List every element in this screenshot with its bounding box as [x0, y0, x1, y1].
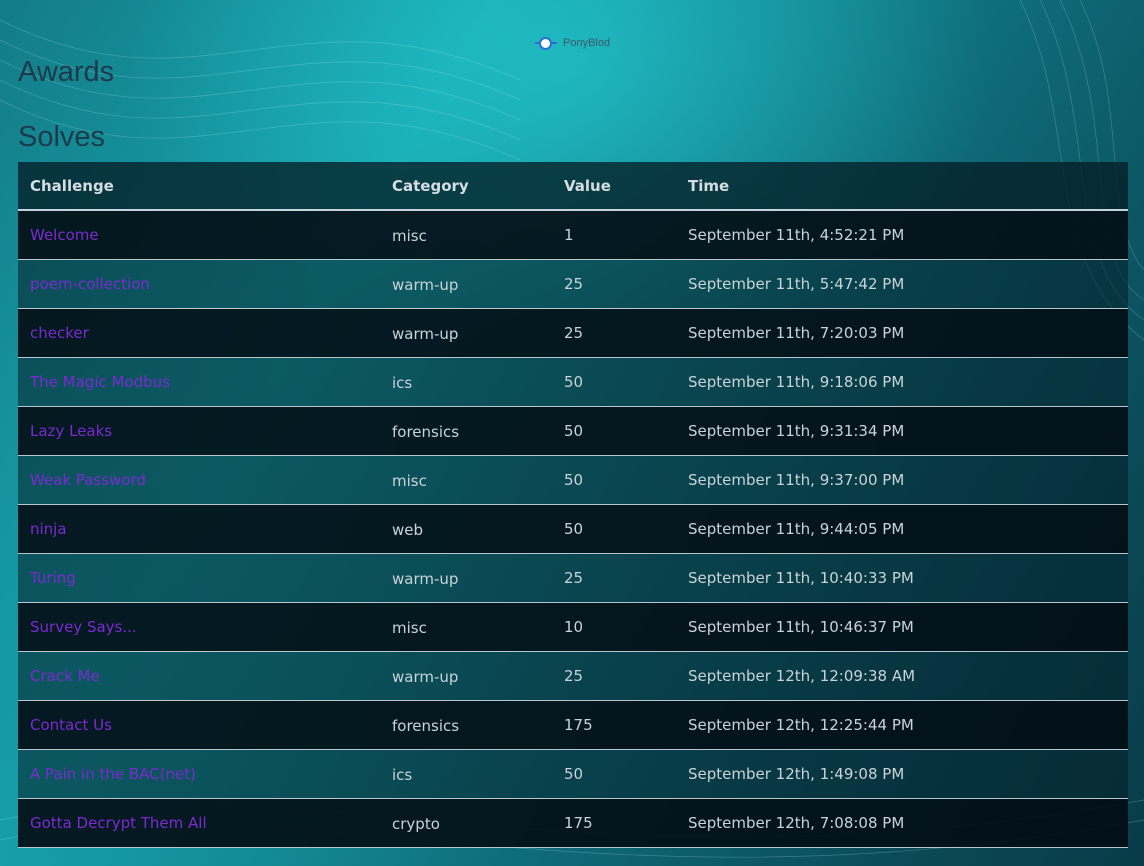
table-row: poem-collection warm-up 25 September 11t…	[18, 259, 1128, 309]
time-cell: September 11th, 9:44:05 PM	[676, 504, 1128, 554]
column-header-value: Value	[552, 162, 676, 211]
category-cell: ics	[380, 357, 552, 407]
category-cell: forensics	[380, 700, 552, 750]
category-cell: warm-up	[380, 651, 552, 701]
value-cell: 175	[552, 798, 676, 848]
table-row: ninja web 50 September 11th, 9:44:05 PM	[18, 504, 1128, 554]
value-cell: 175	[552, 700, 676, 750]
time-cell: September 11th, 7:20:03 PM	[676, 308, 1128, 358]
table-row: A Pain in the BAC(net) ics 50 September …	[18, 749, 1128, 799]
solves-table-container: Challenge Category Value Time Welcome mi…	[18, 162, 1128, 848]
challenge-cell: Crack Me	[18, 651, 380, 701]
value-cell: 10	[552, 602, 676, 652]
chart-legend[interactable]: PonyBlod	[535, 35, 610, 51]
time-cell: September 11th, 9:31:34 PM	[676, 406, 1128, 456]
legend-marker-icon	[535, 35, 557, 51]
challenge-link[interactable]: Contact Us	[30, 716, 112, 734]
value-cell: 50	[552, 749, 676, 799]
table-row: Crack Me warm-up 25 September 12th, 12:0…	[18, 651, 1128, 701]
table-header-row: Challenge Category Value Time	[18, 162, 1128, 211]
category-cell: misc	[380, 455, 552, 505]
time-cell: September 12th, 12:25:44 PM	[676, 700, 1128, 750]
time-cell: September 11th, 5:47:42 PM	[676, 259, 1128, 309]
value-cell: 25	[552, 259, 676, 309]
table-row: Contact Us forensics 175 September 12th,…	[18, 700, 1128, 750]
table-row: Welcome misc 1 September 11th, 4:52:21 P…	[18, 210, 1128, 260]
category-cell: forensics	[380, 406, 552, 456]
challenge-cell: Gotta Decrypt Them All	[18, 798, 380, 848]
challenge-cell: poem-collection	[18, 259, 380, 309]
column-header-time: Time	[676, 162, 1128, 211]
time-cell: September 11th, 10:46:37 PM	[676, 602, 1128, 652]
challenge-cell: A Pain in the BAC(net)	[18, 749, 380, 799]
challenge-cell: ninja	[18, 504, 380, 554]
value-cell: 25	[552, 553, 676, 603]
challenge-link[interactable]: Crack Me	[30, 667, 100, 685]
solves-heading: Solves	[18, 121, 106, 153]
table-row: Turing warm-up 25 September 11th, 10:40:…	[18, 553, 1128, 603]
challenge-link[interactable]: Gotta Decrypt Them All	[30, 814, 207, 832]
value-cell: 50	[552, 504, 676, 554]
time-cell: September 12th, 12:09:38 AM	[676, 651, 1128, 701]
challenge-cell: Turing	[18, 553, 380, 603]
column-header-category: Category	[380, 162, 552, 211]
challenge-cell: Survey Says...	[18, 602, 380, 652]
challenge-link[interactable]: ninja	[30, 520, 67, 538]
column-header-challenge: Challenge	[18, 162, 380, 211]
value-cell: 50	[552, 357, 676, 407]
time-cell: September 11th, 9:37:00 PM	[676, 455, 1128, 505]
category-cell: web	[380, 504, 552, 554]
category-cell: misc	[380, 602, 552, 652]
table-row: The Magic Modbus ics 50 September 11th, …	[18, 357, 1128, 407]
challenge-cell: The Magic Modbus	[18, 357, 380, 407]
solves-table: Challenge Category Value Time Welcome mi…	[18, 162, 1128, 848]
time-cell: September 11th, 4:52:21 PM	[676, 210, 1128, 260]
challenge-link[interactable]: The Magic Modbus	[30, 373, 170, 391]
value-cell: 25	[552, 651, 676, 701]
challenge-link[interactable]: Survey Says...	[30, 618, 137, 636]
category-cell: warm-up	[380, 259, 552, 309]
table-row: Weak Password misc 50 September 11th, 9:…	[18, 455, 1128, 505]
challenge-link[interactable]: Weak Password	[30, 471, 146, 489]
time-cell: September 11th, 10:40:33 PM	[676, 553, 1128, 603]
time-cell: September 12th, 1:49:08 PM	[676, 749, 1128, 799]
category-cell: misc	[380, 210, 552, 260]
challenge-cell: Lazy Leaks	[18, 406, 380, 456]
legend-label: PonyBlod	[563, 37, 611, 49]
challenge-link[interactable]: Welcome	[30, 226, 99, 244]
category-cell: warm-up	[380, 308, 552, 358]
time-cell: September 11th, 9:18:06 PM	[676, 357, 1128, 407]
challenge-cell: Welcome	[18, 210, 380, 260]
challenge-link[interactable]: A Pain in the BAC(net)	[30, 765, 196, 783]
time-cell: September 12th, 7:08:08 PM	[676, 798, 1128, 848]
table-row: Gotta Decrypt Them All crypto 175 Septem…	[18, 798, 1128, 848]
challenge-cell: Weak Password	[18, 455, 380, 505]
table-row: checker warm-up 25 September 11th, 7:20:…	[18, 308, 1128, 358]
category-cell: crypto	[380, 798, 552, 848]
category-cell: warm-up	[380, 553, 552, 603]
table-row: Lazy Leaks forensics 50 September 11th, …	[18, 406, 1128, 456]
awards-heading: Awards	[18, 56, 115, 88]
challenge-cell: Contact Us	[18, 700, 380, 750]
challenge-link[interactable]: Turing	[30, 569, 76, 587]
value-cell: 25	[552, 308, 676, 358]
challenge-link[interactable]: Lazy Leaks	[30, 422, 112, 440]
value-cell: 1	[552, 210, 676, 260]
challenge-cell: checker	[18, 308, 380, 358]
challenge-link[interactable]: poem-collection	[30, 275, 150, 293]
category-cell: ics	[380, 749, 552, 799]
value-cell: 50	[552, 406, 676, 456]
value-cell: 50	[552, 455, 676, 505]
challenge-link[interactable]: checker	[30, 324, 89, 342]
table-row: Survey Says... misc 10 September 11th, 1…	[18, 602, 1128, 652]
